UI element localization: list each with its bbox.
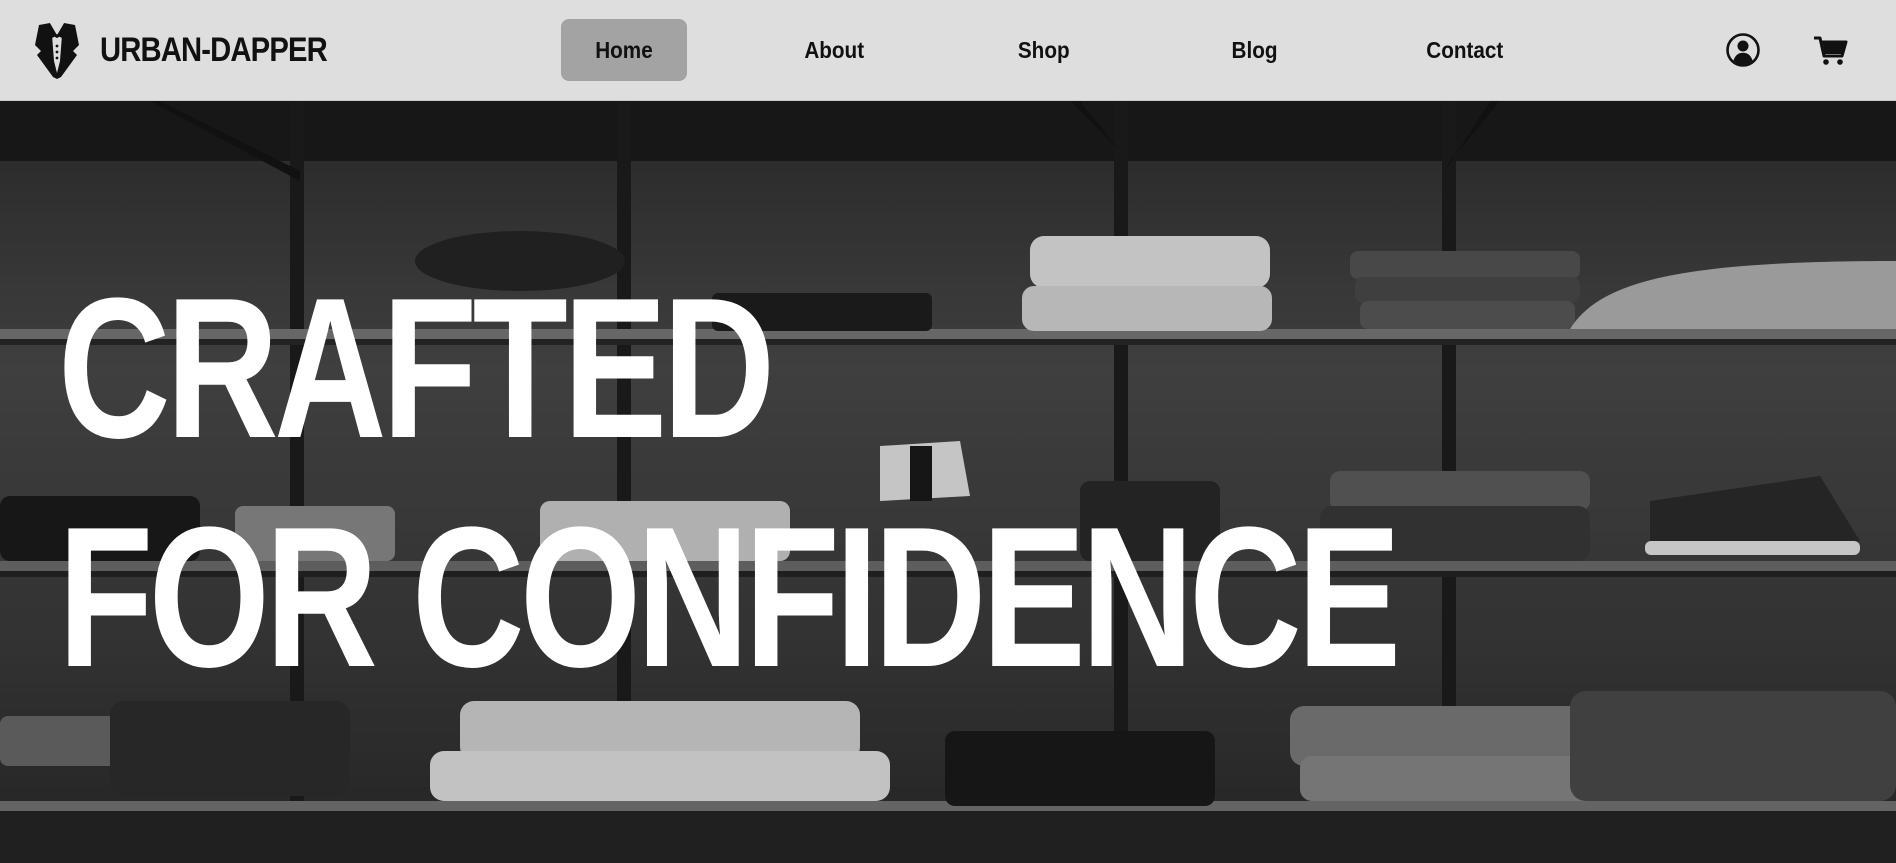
user-circle-icon[interactable] [1725, 32, 1761, 68]
nav-about[interactable]: About [771, 19, 897, 81]
nav-blog-label: Blog [1231, 36, 1278, 63]
hero-banner: CRAFTED FOR CONFIDENCE [0, 101, 1896, 863]
hero-background-image [0, 101, 1896, 863]
brand-name: URBAN-DAPPER [100, 30, 328, 69]
nav-shop-label: Shop [1018, 36, 1070, 63]
shopping-cart-icon[interactable] [1812, 32, 1848, 68]
nav-shop[interactable]: Shop [981, 19, 1107, 81]
nav-contact-label: Contact [1426, 36, 1504, 63]
nav-about-label: About [804, 36, 864, 63]
nav-home[interactable]: Home [561, 19, 687, 81]
hero-headline-line-2: FOR CONFIDENCE [58, 486, 1401, 709]
top-navbar: URBAN-DAPPER Home About Shop Blog Contac… [0, 0, 1896, 101]
tuxedo-icon [35, 23, 79, 79]
brand[interactable]: URBAN-DAPPER [33, 21, 364, 79]
nav-home-label: Home [595, 36, 653, 63]
hero-headline-line-1: CRAFTED [58, 257, 775, 480]
nav-contact[interactable]: Contact [1402, 19, 1528, 81]
nav-blog[interactable]: Blog [1192, 19, 1318, 81]
